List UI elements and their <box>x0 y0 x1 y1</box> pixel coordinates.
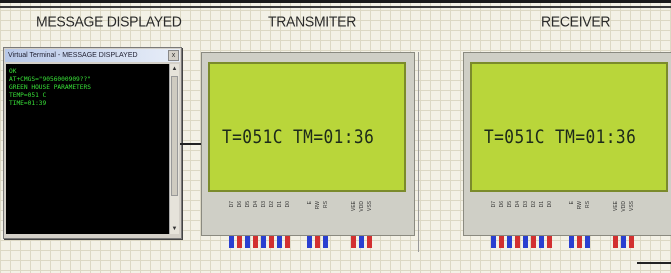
terminal-screen[interactable]: OK AT+CMGS="9056000909??" GREEN HOUSE PA… <box>6 64 169 234</box>
receiver-label: RECEIVER <box>541 12 611 30</box>
pin-label: VSS <box>629 201 635 212</box>
top-border-secondary <box>0 6 671 8</box>
terminal-title[interactable]: Virtual Terminal - MESSAGE DISPLAYED <box>5 49 180 62</box>
pin-leg <box>237 236 242 248</box>
pin-label: D2 <box>531 201 537 208</box>
wire <box>418 52 419 252</box>
pin-leg <box>621 236 626 248</box>
pin-leg <box>359 236 364 248</box>
scroll-up-icon[interactable]: ▲ <box>170 64 179 74</box>
pin-label: D7 <box>491 201 497 208</box>
pin-leg <box>277 236 282 248</box>
transmitter-label: TRANSMITER <box>268 12 357 30</box>
pin-label: D5 <box>507 201 513 208</box>
pin-leg <box>499 236 504 248</box>
pin-leg <box>629 236 634 248</box>
virtual-terminal-window[interactable]: Virtual Terminal - MESSAGE DISPLAYED x O… <box>3 47 182 239</box>
pin-leg <box>531 236 536 248</box>
wire <box>637 262 671 264</box>
pin-label: D4 <box>515 201 521 208</box>
pin-leg <box>323 236 328 248</box>
close-icon[interactable]: x <box>168 50 179 61</box>
pin-label: D7 <box>229 201 235 208</box>
pin-label: RW <box>577 201 583 210</box>
terminal-line: GREEN HOUSE PARAMETERS <box>9 84 91 91</box>
pin-leg <box>253 236 258 248</box>
pin-leg <box>491 236 496 248</box>
terminal-line: OK <box>9 68 17 75</box>
top-border <box>0 0 671 3</box>
pin-leg <box>285 236 290 248</box>
transmitter-lcd[interactable]: T=051C TM=01:36 D7 D6 D5 D4 D3 D2 D1 D0 … <box>201 52 415 236</box>
terminal-line: AT+CMGS="9056000909??" <box>9 76 91 83</box>
pin-label: D6 <box>499 201 505 208</box>
pin-label: RS <box>323 201 329 208</box>
pin-leg <box>569 236 574 248</box>
pin-label: D1 <box>539 201 545 208</box>
wire <box>180 143 201 145</box>
pin-label: D0 <box>547 201 553 208</box>
scroll-thumb[interactable] <box>171 76 178 196</box>
pin-label: D4 <box>253 201 259 208</box>
pin-label: VDD <box>621 201 627 212</box>
pin-label: D2 <box>269 201 275 208</box>
lcd-pin-labels: D7 D6 D5 D4 D3 D2 D1 D0 E RW RS VEE VDD … <box>464 201 671 231</box>
pin-label: D1 <box>277 201 283 208</box>
pin-label: E <box>307 201 313 205</box>
pin-label: VEE <box>613 201 619 212</box>
pin-label: RS <box>585 201 591 208</box>
pin-leg <box>245 236 250 248</box>
pin-label: D5 <box>245 201 251 208</box>
pin-label: VSS <box>367 201 373 212</box>
pin-label: D3 <box>523 201 529 208</box>
pin-label: D0 <box>285 201 291 208</box>
receiver-lcd[interactable]: T=051C TM=01:36 D7 D6 D5 D4 D3 D2 D1 D0 … <box>463 52 671 236</box>
pin-label: VEE <box>351 201 357 212</box>
lcd-text: T=051C TM=01:36 <box>484 126 637 148</box>
pin-leg <box>613 236 618 248</box>
pin-leg <box>351 236 356 248</box>
pin-leg <box>315 236 320 248</box>
terminal-line: TIME=01:39 <box>9 100 47 107</box>
pin-leg <box>577 236 582 248</box>
pin-leg <box>507 236 512 248</box>
pin-leg <box>261 236 266 248</box>
lcd-screen: T=051C TM=01:36 <box>470 62 668 192</box>
pin-label: D6 <box>237 201 243 208</box>
lcd-screen: T=051C TM=01:36 <box>208 62 406 192</box>
pin-leg <box>269 236 274 248</box>
pin-leg <box>523 236 528 248</box>
terminal-scrollbar[interactable]: ▲ ▼ <box>169 64 179 234</box>
pin-leg <box>367 236 372 248</box>
pin-leg <box>229 236 234 248</box>
pin-leg <box>307 236 312 248</box>
pin-label: E <box>569 201 575 205</box>
pin-label: RW <box>315 201 321 210</box>
pin-leg <box>585 236 590 248</box>
message-label: MESSAGE DISPLAYED <box>36 12 182 30</box>
pin-leg <box>515 236 520 248</box>
pin-label: VDD <box>359 201 365 212</box>
terminal-line: TEMP=051 C <box>9 92 47 99</box>
pin-leg <box>547 236 552 248</box>
lcd-text: T=051C TM=01:36 <box>222 126 375 148</box>
pin-label: D3 <box>261 201 267 208</box>
scroll-down-icon[interactable]: ▼ <box>170 224 179 234</box>
lcd-pin-labels: D7 D6 D5 D4 D3 D2 D1 D0 E RW RS VEE VDD … <box>202 201 414 231</box>
pin-leg <box>539 236 544 248</box>
